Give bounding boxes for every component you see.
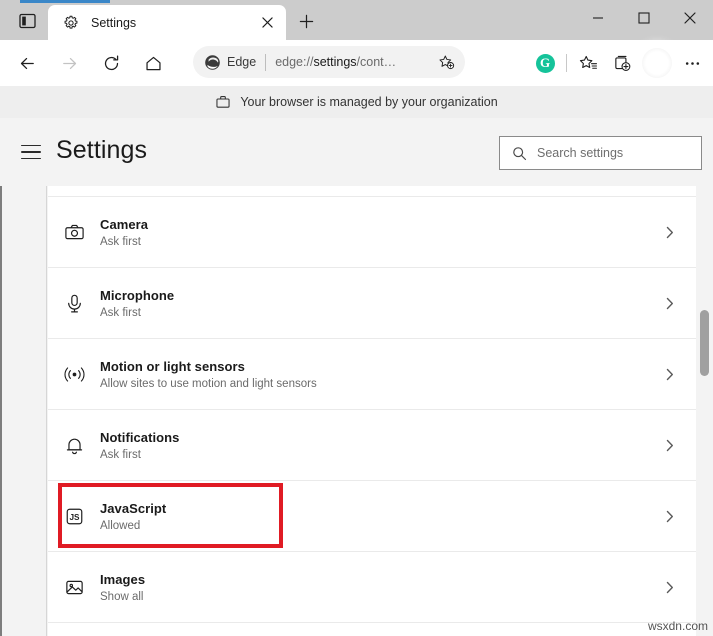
omnibox-brand-label: Edge: [227, 55, 256, 69]
list-item-body: Notifications Ask first: [100, 430, 642, 461]
toolbar-divider: [566, 54, 567, 72]
motion-sensor-icon: [48, 364, 100, 385]
search-settings-box[interactable]: [499, 136, 702, 170]
list-item-status: Ask first: [100, 307, 642, 319]
grammarly-extension-icon[interactable]: G: [528, 46, 562, 80]
list-item-status: Ask first: [100, 236, 642, 248]
list-item-body: Camera Ask first: [100, 217, 642, 248]
search-icon: [511, 145, 528, 162]
svg-text:JS: JS: [69, 512, 80, 521]
list-item-body: Images Show all: [100, 572, 642, 603]
scrollbar-thumb[interactable]: [700, 310, 709, 376]
omnibox-url[interactable]: edge://settings/cont…: [275, 55, 433, 69]
chevron-right-icon[interactable]: [642, 297, 696, 310]
tab-title: Settings: [91, 16, 254, 30]
list-item-body: JavaScript Allowed: [100, 501, 642, 532]
hamburger-icon[interactable]: [18, 140, 44, 164]
back-button[interactable]: [8, 44, 46, 82]
list-item-status: Ask first: [100, 449, 642, 461]
tab-strip: Settings: [0, 0, 713, 40]
list-item-title: Motion or light sensors: [100, 359, 642, 374]
more-options-icon[interactable]: [675, 46, 709, 80]
collections-add-icon[interactable]: [605, 46, 639, 80]
briefcase-icon: [215, 94, 231, 110]
list-item[interactable]: JS JavaScript Allowed: [48, 481, 696, 552]
sidebar-edge-line: [0, 186, 2, 636]
list-item-title: Images: [100, 572, 642, 587]
settings-content: Camera Ask first Microphone Ask first: [0, 186, 713, 636]
search-input[interactable]: [537, 146, 698, 160]
list-item-body: Microphone Ask first: [100, 288, 642, 319]
new-tab-button[interactable]: [292, 8, 320, 34]
managed-banner-text: Your browser is managed by your organiza…: [240, 95, 497, 109]
star-add-icon[interactable]: [433, 49, 459, 75]
toolbar-right-actions: G: [528, 45, 709, 81]
avatar[interactable]: [639, 45, 675, 81]
list-item-title: JavaScript: [100, 501, 642, 516]
url-prefix: edge://: [275, 55, 313, 69]
window-controls: [575, 0, 713, 36]
watermark: wsxdn.com: [648, 619, 708, 633]
browser-toolbar: Edge edge://settings/cont… G: [0, 40, 713, 86]
site-permissions-list: Camera Ask first Microphone Ask first: [48, 186, 696, 636]
chevron-right-icon[interactable]: [642, 226, 696, 239]
list-item-status: Allow sites to use motion and light sens…: [100, 378, 642, 390]
close-icon[interactable]: [254, 10, 280, 36]
list-item[interactable]: Camera Ask first: [48, 197, 696, 268]
list-item-status: Show all: [100, 591, 642, 603]
managed-browser-banner: Your browser is managed by your organiza…: [0, 86, 713, 118]
edge-logo-icon: [203, 53, 221, 71]
list-item[interactable]: Images Show all: [48, 552, 696, 623]
chevron-right-icon[interactable]: [642, 510, 696, 523]
browser-window: Settings: [0, 0, 713, 636]
list-item-status: Allowed: [100, 520, 642, 532]
profile-avatar-circle: [642, 48, 672, 78]
url-emphasis: settings: [313, 55, 356, 69]
tab-settings[interactable]: Settings: [48, 5, 286, 40]
minimize-button[interactable]: [575, 0, 621, 36]
bell-icon: [48, 435, 100, 456]
list-item-title: Notifications: [100, 430, 642, 445]
list-item-title: Microphone: [100, 288, 642, 303]
chevron-right-icon[interactable]: [642, 581, 696, 594]
microphone-icon: [48, 293, 100, 314]
close-window-button[interactable]: [667, 0, 713, 36]
address-bar[interactable]: Edge edge://settings/cont…: [193, 46, 465, 78]
page-title: Settings: [56, 136, 147, 165]
list-item-clipped: [48, 186, 696, 197]
maximize-button[interactable]: [621, 0, 667, 36]
window-accent-line: [20, 0, 110, 3]
list-item-body: Motion or light sensors Allow sites to u…: [100, 359, 642, 390]
chevron-right-icon[interactable]: [642, 439, 696, 452]
camera-icon: [48, 222, 100, 243]
tab-actions-icon[interactable]: [12, 8, 42, 34]
image-icon: [48, 577, 100, 598]
forward-button: [50, 44, 88, 82]
omnibox-divider: [265, 54, 266, 71]
favorites-star-icon[interactable]: [571, 46, 605, 80]
list-item[interactable]: Motion or light sensors Allow sites to u…: [48, 339, 696, 410]
list-item[interactable]: Notifications Ask first: [48, 410, 696, 481]
list-item[interactable]: Microphone Ask first: [48, 268, 696, 339]
extension-letter: G: [536, 54, 555, 73]
chevron-right-icon[interactable]: [642, 368, 696, 381]
home-icon[interactable]: [134, 44, 172, 82]
settings-header: Settings: [0, 118, 713, 186]
gear-icon: [62, 14, 80, 32]
javascript-icon: JS: [48, 506, 100, 527]
refresh-button[interactable]: [92, 44, 130, 82]
content-scrollbar[interactable]: [696, 186, 713, 636]
url-suffix: /cont…: [357, 55, 397, 69]
settings-sidebar-rail: [0, 186, 47, 636]
list-item-title: Camera: [100, 217, 642, 232]
